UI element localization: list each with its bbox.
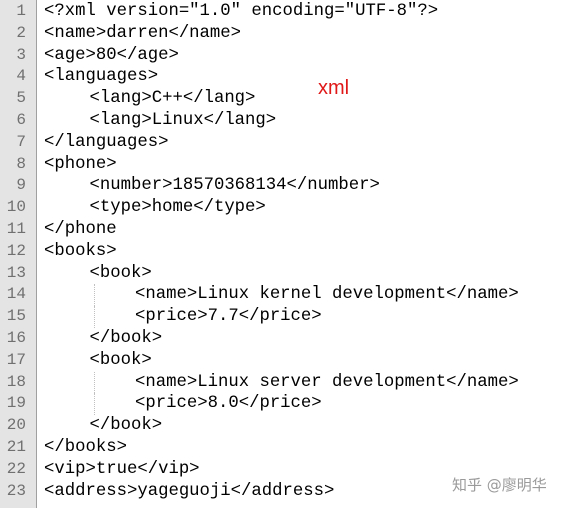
- code-line[interactable]: 12 <books>: [0, 241, 568, 263]
- line-number: 7: [16, 132, 26, 151]
- line-number: 15: [6, 307, 26, 326]
- code-text: <address>yageguoji</address>: [44, 481, 335, 501]
- code-line[interactable]: 4 <languages>: [0, 66, 568, 88]
- line-number: 21: [6, 437, 26, 456]
- code-line[interactable]: 8 <phone>: [0, 154, 568, 176]
- line-number: 17: [6, 350, 26, 369]
- code-line[interactable]: 20 </book>: [0, 415, 568, 437]
- line-number: 3: [16, 45, 26, 64]
- indent-guide: [93, 371, 96, 394]
- code-line[interactable]: 2 <name>darren</name>: [0, 23, 568, 45]
- code-line[interactable]: 21 </books>: [0, 437, 568, 459]
- line-number: 5: [16, 89, 26, 108]
- code-text: </phone: [44, 219, 117, 239]
- code-line[interactable]: 9 <number>18570368134</number>: [0, 175, 568, 197]
- xml-annotation-label: xml: [318, 77, 350, 99]
- code-text: <price>8.0</price>: [135, 394, 322, 414]
- code-line[interactable]: 5 <lang>C++</lang>: [0, 88, 568, 110]
- line-number: 4: [16, 67, 26, 86]
- code-line[interactable]: 18 <name>Linux server development</name>: [0, 371, 568, 394]
- line-number: 9: [16, 176, 26, 195]
- code-editor[interactable]: 1 <?xml version="1.0" encoding="UTF-8"?> 2…: [0, 1, 568, 502]
- code-line[interactable]: 13 <book>: [0, 263, 568, 285]
- line-number: 1: [16, 2, 26, 20]
- line-number: 16: [6, 328, 26, 347]
- code-text: <age>80</age>: [44, 45, 179, 65]
- line-number: 23: [6, 481, 26, 500]
- code-text: <lang>C++</lang>: [89, 89, 256, 109]
- indent-guide: [93, 306, 96, 328]
- line-number: 10: [6, 198, 26, 217]
- code-text: <type>home</type>: [89, 198, 266, 218]
- line-number: 12: [6, 241, 26, 260]
- indent-guide: [93, 393, 96, 416]
- code-text: <languages>: [44, 67, 159, 87]
- code-line[interactable]: 15 <price>7.7</price>: [0, 306, 568, 328]
- line-number: 20: [6, 416, 26, 435]
- code-text: </book>: [89, 416, 163, 436]
- code-text: <name>Linux kernel development</name>: [135, 285, 519, 305]
- line-number: 6: [16, 110, 26, 129]
- code-text: <book>: [89, 263, 152, 283]
- code-text: </languages>: [44, 132, 169, 152]
- code-text: <books>: [44, 241, 117, 261]
- line-number: 2: [16, 23, 26, 42]
- code-text: <number>18570368134</number>: [89, 176, 380, 196]
- code-line[interactable]: 19 <price>8.0</price>: [0, 393, 568, 416]
- code-line[interactable]: 1 <?xml version="1.0" encoding="UTF-8"?>: [0, 1, 568, 23]
- line-number: 14: [6, 285, 26, 304]
- code-text: <name>Linux server development</name>: [135, 372, 519, 392]
- code-line[interactable]: 17 <book>: [0, 350, 568, 372]
- code-text: <book>: [89, 350, 152, 370]
- line-number: 13: [6, 263, 26, 282]
- line-number: 8: [16, 154, 26, 173]
- code-text: <?xml version="1.0" encoding="UTF-8"?>: [44, 2, 439, 21]
- code-line[interactable]: 11 </phone: [0, 219, 568, 241]
- line-number: 11: [6, 219, 26, 238]
- line-number: 22: [6, 459, 26, 478]
- code-text: <vip>true</vip>: [44, 459, 200, 479]
- code-text: </books>: [44, 437, 127, 457]
- code-line[interactable]: 16 </book>: [0, 328, 568, 350]
- code-text: <name>darren</name>: [44, 23, 242, 43]
- code-text: <lang>Linux</lang>: [89, 110, 277, 130]
- code-text: </book>: [89, 328, 163, 348]
- line-number: 19: [6, 394, 26, 413]
- code-line[interactable]: 7 </languages>: [0, 132, 568, 154]
- indent-guide: [93, 284, 96, 307]
- code-line[interactable]: 14 <name>Linux kernel development</name>: [0, 284, 568, 307]
- code-text: <price>7.7</price>: [135, 307, 322, 327]
- line-number: 18: [6, 372, 26, 391]
- zhihu-watermark: 知乎 @廖明华: [452, 476, 547, 494]
- code-line[interactable]: 6 <lang>Linux</lang>: [0, 110, 568, 132]
- code-line[interactable]: 3 <age>80</age>: [0, 45, 568, 67]
- code-text: <phone>: [44, 154, 117, 174]
- code-line[interactable]: 10 <type>home</type>: [0, 197, 568, 219]
